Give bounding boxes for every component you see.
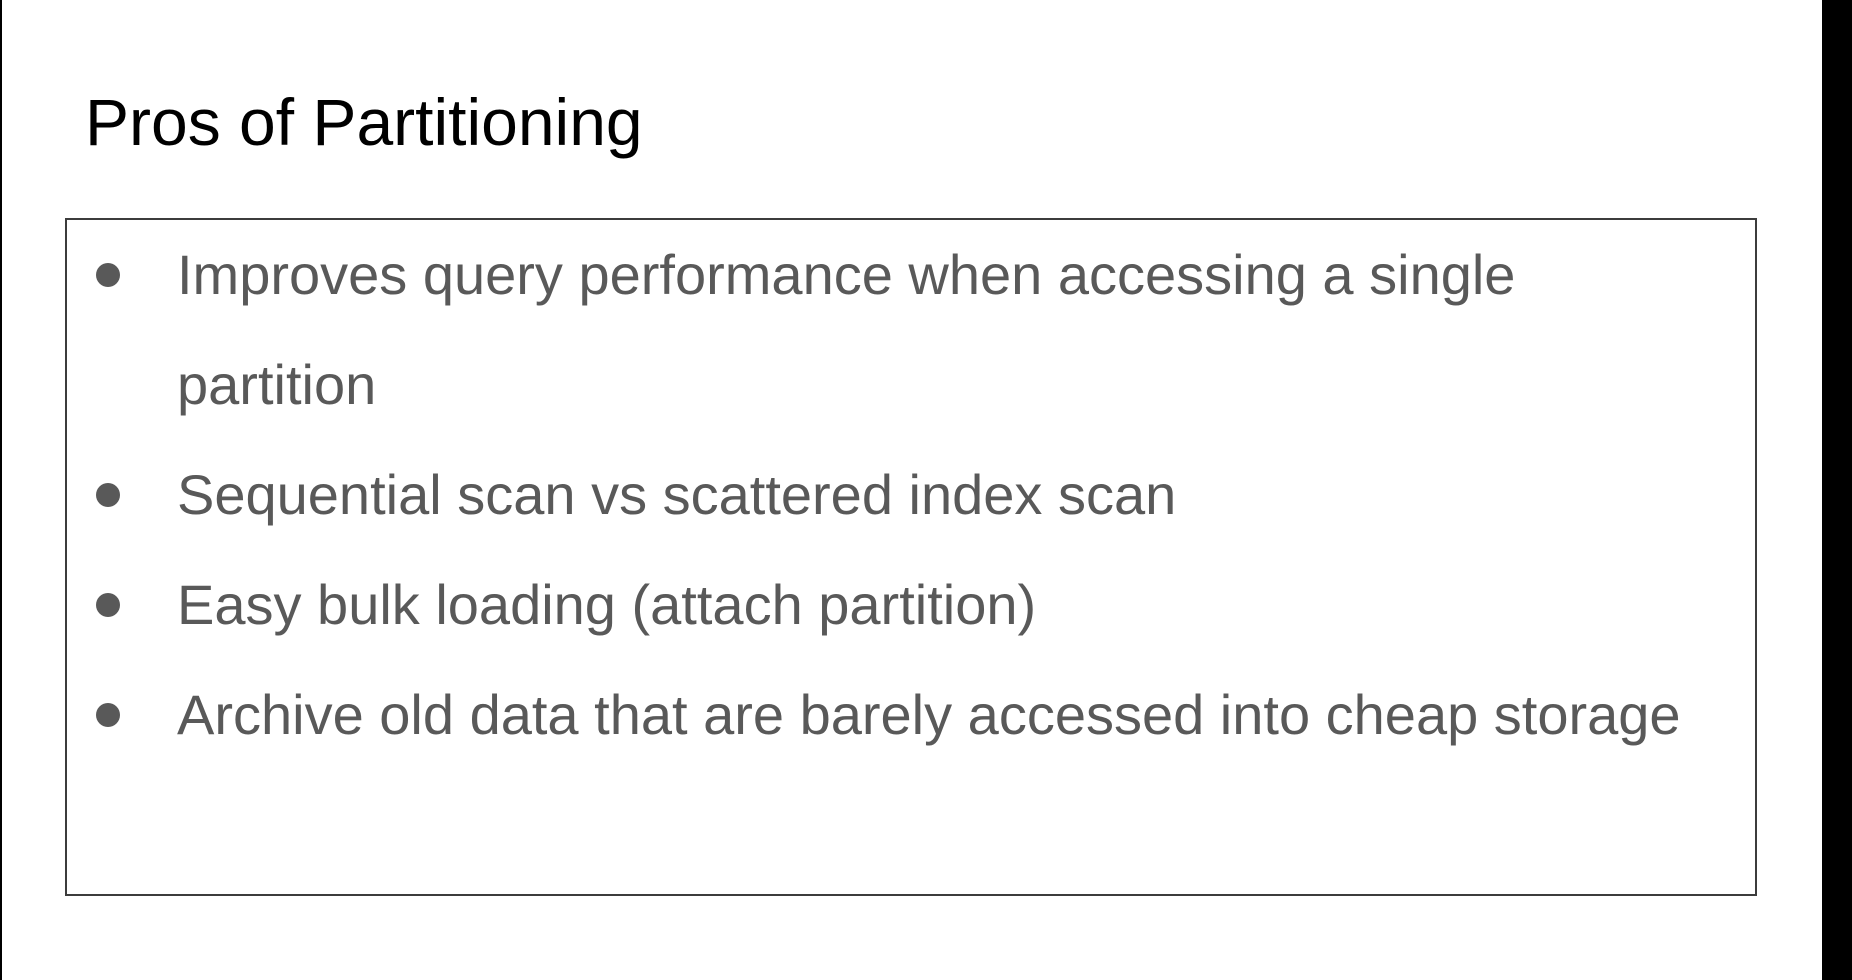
bullet-dot-icon: [96, 483, 120, 507]
bullet-list: Improves query performance when accessin…: [67, 220, 1755, 770]
slide-title: Pros of Partitioning: [85, 85, 643, 159]
slide: Pros of Partitioning Improves query perf…: [2, 0, 1822, 980]
bullet-dot-icon: [96, 593, 120, 617]
bullet-text: Improves query performance when accessin…: [177, 243, 1516, 416]
bullet-text: Easy bulk loading (attach partition): [177, 573, 1037, 636]
bullet-item: Sequential scan vs scattered index scan: [67, 440, 1755, 550]
bullet-dot-icon: [96, 703, 120, 727]
content-box: Improves query performance when accessin…: [65, 218, 1757, 896]
bullet-item: Archive old data that are barely accesse…: [67, 660, 1755, 770]
bullet-dot-icon: [96, 263, 120, 287]
bullet-text: Archive old data that are barely accesse…: [177, 683, 1681, 746]
bullet-item: Improves query performance when accessin…: [67, 220, 1755, 440]
bullet-item: Easy bulk loading (attach partition): [67, 550, 1755, 660]
bullet-text: Sequential scan vs scattered index scan: [177, 463, 1177, 526]
